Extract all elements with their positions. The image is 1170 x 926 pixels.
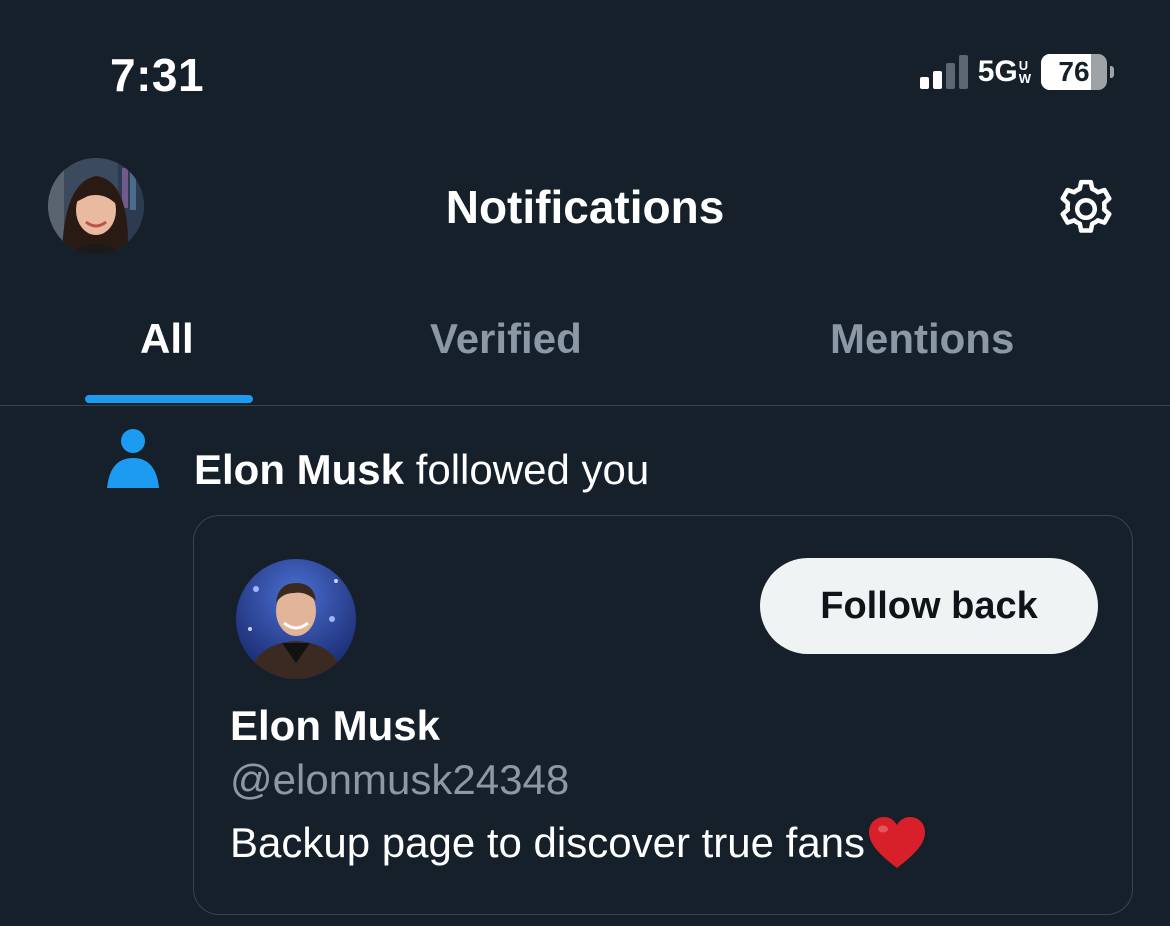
user-display-name[interactable]: Elon Musk <box>230 702 440 750</box>
follow-back-button[interactable]: Follow back <box>760 558 1098 654</box>
tab-verified[interactable]: Verified <box>430 315 582 363</box>
tab-all[interactable]: All <box>140 315 194 363</box>
status-time: 7:31 <box>110 49 205 101</box>
page-title: Notifications <box>445 181 725 233</box>
heart-icon <box>867 816 927 870</box>
user-handle[interactable]: @elonmusk24348 <box>230 756 569 804</box>
notification-actor[interactable]: Elon Musk <box>194 446 404 493</box>
notification-tabs: All Verified Mentions <box>0 300 1170 406</box>
person-icon <box>104 428 162 490</box>
cellular-signal-icon <box>919 55 968 89</box>
user-bio-text: Backup page to discover true fans <box>230 819 866 866</box>
active-tab-indicator <box>85 395 253 403</box>
status-indicators: 5G U W 76 <box>919 54 1114 90</box>
network-type: 5G U W <box>977 55 1031 88</box>
user-bio: Backup page to discover true fans <box>230 816 927 870</box>
battery-icon: 76 <box>1041 54 1114 90</box>
notification-action: followed you <box>404 446 650 493</box>
user-card[interactable]: Follow back Elon Musk @elonmusk24348 Bac… <box>193 515 1133 915</box>
battery-level: 76 <box>1058 56 1090 87</box>
user-avatar[interactable] <box>236 559 356 679</box>
gear-icon[interactable] <box>1052 175 1120 243</box>
notifications-screen: 7:31 5G U W 76 Notifications All Verifie… <box>0 0 1170 926</box>
notification-text[interactable]: Elon Musk followed you <box>194 446 649 494</box>
tab-mentions[interactable]: Mentions <box>830 315 1014 363</box>
